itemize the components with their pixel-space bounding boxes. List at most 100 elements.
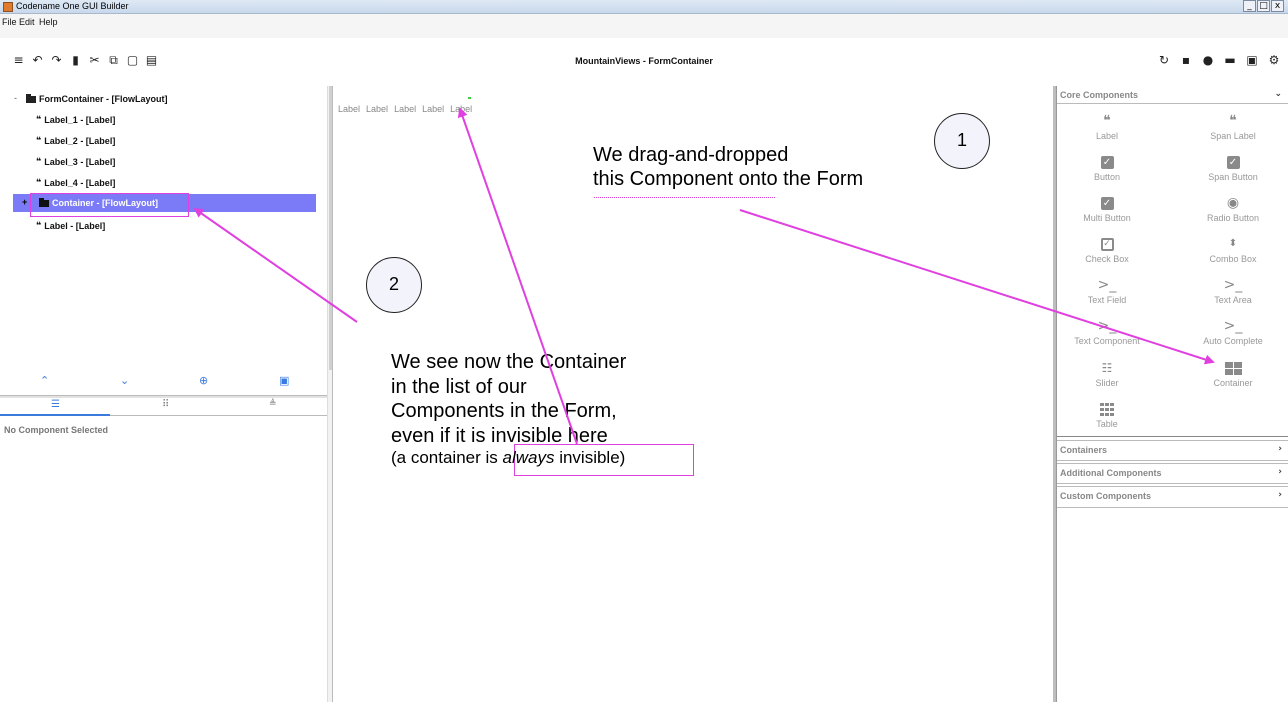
canvas-label[interactable]: Label — [422, 104, 444, 114]
menu-file[interactable]: File — [2, 17, 17, 27]
active-tab-indicator — [0, 414, 110, 416]
tree-root[interactable]: FormContainer - [FlowLayout] — [26, 90, 168, 108]
palette-check-box[interactable]: ✓ Check Box — [1057, 234, 1157, 264]
radio-icon: ◉ — [1226, 195, 1240, 211]
section-title: Custom Components — [1060, 491, 1151, 501]
step-2-badge: 2 — [366, 257, 422, 313]
move-down-icon[interactable]: ⌄ — [120, 374, 129, 387]
palette-item-label: Text Area — [1214, 295, 1252, 305]
refresh-icon[interactable]: ↻ — [1153, 53, 1175, 67]
toolbar: ≡ ↶ ↷ ▮ ✂ ⧉ ▢ ▤ MountainViews - FormCont… — [0, 38, 1288, 86]
quote-icon: ❝ — [36, 136, 42, 146]
note-1-line: this Component onto the Form — [593, 168, 864, 190]
palette-item-label: Radio Button — [1206, 213, 1260, 223]
splitter-knob — [329, 86, 332, 370]
folder-open-icon — [26, 93, 36, 103]
chevron-right-icon: › — [1278, 444, 1282, 454]
properties-tab-icon[interactable]: ☰ — [51, 399, 60, 410]
toolbar-right-actions: ↻ ▪ ● ▬ ▣ ⚙ — [1153, 53, 1285, 67]
note-2-line: in the list of our — [391, 375, 527, 398]
section-title: Containers — [1060, 445, 1108, 455]
palette-item-label: Combo Box — [1209, 254, 1257, 264]
minimize-button[interactable]: _ — [1243, 0, 1256, 12]
quote-icon: ❝ — [36, 221, 42, 231]
palette-span-button[interactable]: ✓ Span Button — [1183, 152, 1283, 182]
note-2-line: Components in the Form, — [391, 400, 617, 422]
settings-icon[interactable]: ⚙ — [1263, 53, 1285, 67]
prompt-icon: >_ — [1223, 277, 1243, 293]
container-expand-toggle[interactable]: + — [22, 197, 27, 207]
layout-tab-icon[interactable]: ≜ — [269, 399, 277, 409]
canvas-label[interactable]: Label — [450, 104, 472, 114]
dotted-underline — [594, 197, 775, 198]
palette-item-label: Auto Complete — [1203, 336, 1263, 346]
palette-item-label: Container — [1213, 378, 1253, 388]
tree-item-label-2[interactable]: ❝ Label_2 - [Label] — [36, 132, 115, 150]
window-titlebar: Codename One GUI Builder _ □ x — [0, 0, 1288, 14]
move-up-icon[interactable]: ⌃ — [40, 374, 49, 387]
window-title: Codename One GUI Builder — [16, 1, 129, 11]
tree-item-label: Label_2 - [Label] — [44, 136, 116, 146]
check-box-icon: ✓ — [1057, 193, 1157, 213]
theme-icon[interactable]: ● — [1197, 53, 1219, 67]
window-controls: _ □ x — [1243, 0, 1284, 13]
save-icon[interactable]: ▪ — [1175, 53, 1197, 67]
palette-item-label: Text Component — [1074, 336, 1140, 346]
palette-label[interactable]: ❝ Label — [1057, 111, 1157, 141]
palette-multi-button[interactable]: ✓ Multi Button — [1057, 193, 1157, 223]
canvas-label[interactable]: Label — [394, 104, 416, 114]
palette-container[interactable]: Container — [1183, 358, 1283, 388]
delete-component-icon[interactable]: ▣ — [279, 374, 289, 387]
note-text: (a container is — [391, 448, 503, 467]
tree-item-label-3[interactable]: ❝ Label_3 - [Label] — [36, 153, 115, 171]
palette-button[interactable]: ✓ Button — [1057, 152, 1157, 182]
root-collapse-toggle[interactable]: - — [14, 93, 17, 103]
close-button[interactable]: x — [1271, 0, 1284, 12]
palette-radio-button[interactable]: ◉ Radio Button — [1183, 193, 1283, 223]
component-tree-panel: - FormContainer - [FlowLayout] ❝ Label_1… — [0, 86, 327, 702]
quote-icon: ❝ — [1229, 113, 1237, 129]
palette-table[interactable]: Table — [1057, 399, 1157, 429]
additional-components-section[interactable]: Additional Components › — [1057, 463, 1288, 484]
palette-text-component[interactable]: >_ Text Component — [1057, 316, 1157, 346]
containers-section[interactable]: Containers › — [1057, 440, 1288, 461]
quote-icon: ❝ — [36, 115, 42, 125]
maximize-button[interactable]: □ — [1257, 0, 1270, 12]
canvas-label[interactable]: Label — [366, 104, 388, 114]
step-1-badge: 1 — [934, 113, 990, 169]
palette-item-label: Span Label — [1210, 131, 1256, 141]
component-palette: Core Components ⌄ ❝ Label ❝ Span Label ✓… — [1056, 86, 1288, 702]
export-icon[interactable]: ▬ — [1219, 53, 1241, 67]
menu-help[interactable]: Help — [39, 17, 58, 27]
chevron-down-icon: ⌄ — [1274, 89, 1282, 99]
add-circle-icon[interactable]: ⊕ — [199, 374, 208, 387]
palette-span-label[interactable]: ❝ Span Label — [1183, 111, 1283, 141]
palette-slider[interactable]: ☷ Slider — [1057, 358, 1157, 388]
component-tree: - FormContainer - [FlowLayout] ❝ Label_1… — [0, 86, 320, 366]
core-components-header[interactable]: Core Components ⌄ — [1057, 86, 1288, 104]
canvas-label-row: Label Label Label Label Label — [338, 104, 472, 114]
menu-edit[interactable]: Edit — [19, 17, 35, 27]
quote-icon: ❝ — [1103, 113, 1111, 129]
tree-item-label-1[interactable]: ❝ Label_1 - [Label] — [36, 111, 115, 129]
palette-item-label: Table — [1096, 419, 1118, 429]
chevron-right-icon: › — [1278, 467, 1282, 477]
custom-components-section[interactable]: Custom Components › — [1057, 486, 1288, 508]
events-tab-icon[interactable]: ⠿ — [162, 399, 169, 410]
table-icon — [1057, 399, 1157, 419]
note-2-line: (a container is always invisible) — [391, 448, 626, 468]
note-2: We see now the Container in the list of … — [391, 350, 626, 468]
palette-text-field[interactable]: >_ Text Field — [1057, 275, 1157, 305]
slider-icon: ☷ — [1101, 361, 1113, 375]
tree-item-label-5[interactable]: ❝ Label - [Label] — [36, 217, 105, 235]
lock-icon[interactable]: ▣ — [1241, 53, 1263, 67]
tree-item-label: Label_1 - [Label] — [44, 115, 116, 125]
form-title: MountainViews - FormContainer — [575, 56, 713, 66]
tree-root-label: FormContainer - [FlowLayout] — [39, 94, 168, 104]
tree-item-label-4[interactable]: ❝ Label_4 - [Label] — [36, 174, 115, 192]
palette-auto-complete[interactable]: >_ Auto Complete — [1183, 316, 1283, 346]
palette-combo-box[interactable]: ⬍ Combo Box — [1183, 234, 1283, 264]
updown-icon: ⬍ — [1228, 238, 1238, 249]
canvas-label[interactable]: Label — [338, 104, 360, 114]
palette-text-area[interactable]: >_ Text Area — [1183, 275, 1283, 305]
